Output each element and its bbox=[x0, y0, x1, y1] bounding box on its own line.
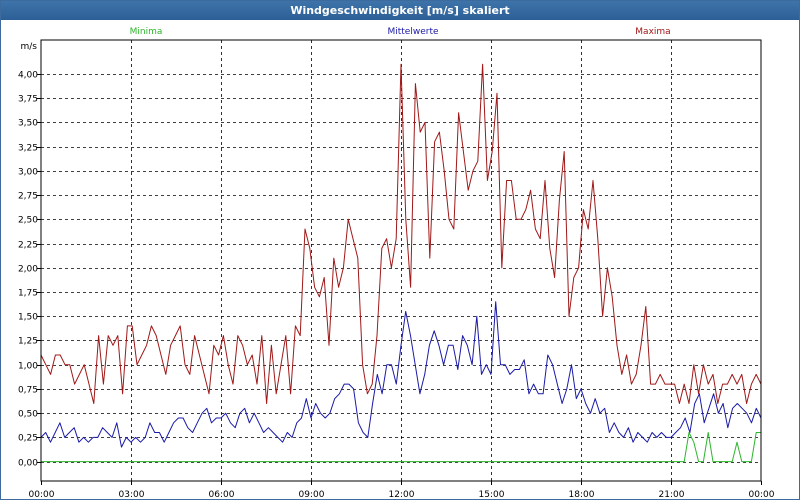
y-axis-ticks: 0,00 0,25 0,50 0,75 1,00 1,25 1,50 1,75 2,00 2,25… bbox=[18, 71, 41, 469]
chart-window: Windgeschwindigkeit [m/s] skaliert Minim… bbox=[0, 0, 800, 500]
legend-mittelwerte: Mittelwerte bbox=[387, 27, 438, 37]
x-tick-time: 00:00 bbox=[749, 490, 775, 499]
y-tick-label: 2,25 bbox=[18, 241, 38, 251]
x-tick-time: 15:00 bbox=[479, 490, 505, 499]
y-tick-label: 3,50 bbox=[18, 119, 38, 129]
x-tick-time: 00:00 bbox=[29, 490, 55, 499]
y-tick-label: 1,00 bbox=[18, 362, 38, 372]
y-tick-label: 0,50 bbox=[18, 410, 38, 420]
x-tick-time: 06:00 bbox=[209, 490, 235, 499]
y-tick-label: 0,25 bbox=[18, 434, 38, 444]
legend-maxima: Maxima bbox=[635, 27, 670, 37]
y-tick-label: 1,75 bbox=[18, 289, 38, 299]
grid-layer bbox=[41, 40, 761, 481]
y-tick-label: 4,00 bbox=[18, 71, 38, 81]
window-title: Windgeschwindigkeit [m/s] skaliert bbox=[1, 1, 799, 20]
y-axis-unit: m/s bbox=[21, 42, 38, 52]
x-tick-time: 18:00 bbox=[569, 490, 595, 499]
y-tick-label: 0,00 bbox=[18, 459, 38, 469]
x-tick-time: 09:00 bbox=[299, 490, 325, 499]
y-tick-label: 2,50 bbox=[18, 216, 38, 226]
y-tick-label: 3,75 bbox=[18, 95, 38, 105]
series-line-min bbox=[41, 432, 761, 463]
x-tick-time: 21:00 bbox=[659, 490, 685, 499]
wind-speed-chart: Minima Mittelwerte Maxima m/s 0,000,250,… bbox=[18, 27, 775, 499]
x-tick-time: 12:00 bbox=[389, 490, 415, 499]
legend-minima: Minima bbox=[130, 27, 163, 37]
y-tick-label: 2,00 bbox=[18, 265, 38, 275]
y-tick-label: 2,75 bbox=[18, 192, 38, 202]
series-line-max bbox=[40, 63, 762, 404]
series-line-mean bbox=[40, 301, 762, 448]
y-tick-label: 0,75 bbox=[18, 386, 38, 396]
y-tick-label: 1,25 bbox=[18, 337, 38, 347]
y-tick-label: 3,00 bbox=[18, 168, 38, 178]
series-layer bbox=[40, 63, 762, 463]
x-tick-time: 03:00 bbox=[119, 490, 145, 499]
y-tick-label: 3,25 bbox=[18, 144, 38, 154]
plot-frame bbox=[40, 39, 762, 482]
x-axis-ticks: 00:0025.05.2403:0025.05.2406:0025.05.240… bbox=[29, 481, 775, 499]
y-tick-label: 1,50 bbox=[18, 313, 38, 323]
